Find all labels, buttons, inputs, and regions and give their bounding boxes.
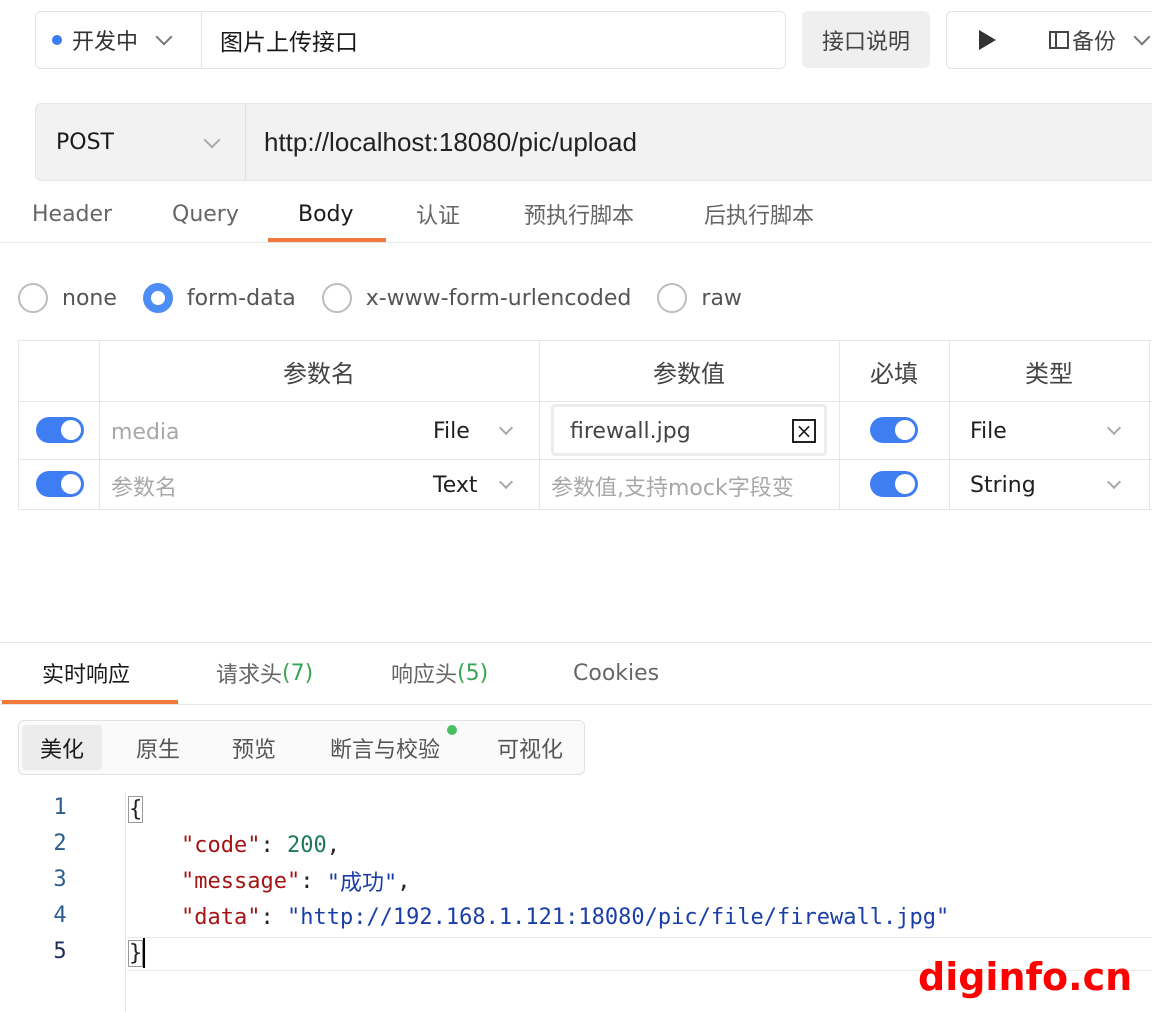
required-toggle[interactable] — [870, 471, 918, 497]
radio-form-data[interactable]: form-data — [142, 283, 296, 313]
radio-label: form-data — [186, 285, 296, 311]
params-table: 参数名 参数值 必填 类型 media File firewall.jpg × … — [18, 340, 1152, 510]
view-assertions[interactable]: 断言与校验 — [315, 725, 455, 770]
file-name: firewall.jpg — [570, 418, 691, 444]
radio-icon[interactable] — [657, 283, 688, 313]
row-enable-toggle[interactable] — [36, 417, 84, 443]
json-key: "code" — [180, 832, 261, 858]
tab-pre-script[interactable]: 预执行脚本 — [524, 186, 634, 242]
radio-label: none — [62, 285, 117, 311]
radio-label: x-www-form-urlencoded — [365, 285, 632, 311]
json-key: "message" — [180, 868, 301, 894]
chevron-down-icon — [1106, 474, 1122, 490]
code-line: { — [128, 792, 144, 826]
url-input[interactable]: http://localhost:18080/pic/upload — [264, 104, 637, 180]
tab-request-headers[interactable]: 请求头 (7) — [216, 643, 313, 703]
response-tabs: 实时响应 请求头 (7) 响应头 (5) Cookies — [0, 643, 1152, 705]
radio-checked-icon[interactable] — [142, 283, 173, 313]
play-icon[interactable] — [979, 30, 996, 50]
backup-icon — [1049, 31, 1069, 49]
run-group: 备份 — [946, 11, 1152, 69]
backup-label: 备份 — [1072, 30, 1117, 55]
active-tab-indicator — [2, 700, 178, 704]
chevron-down-icon — [155, 28, 173, 46]
radio-icon[interactable] — [18, 283, 48, 313]
status-dot-icon — [447, 725, 457, 735]
file-field[interactable]: firewall.jpg × — [551, 404, 827, 456]
line-number: 2 — [53, 831, 67, 856]
count-badge: (5) — [457, 660, 489, 686]
url-bar: POST http://localhost:18080/pic/upload — [35, 103, 1152, 181]
col-header-required: 必填 — [870, 359, 918, 388]
param-kind-select[interactable]: Text — [433, 470, 478, 500]
radio-none[interactable]: none — [18, 283, 117, 313]
active-tab-indicator — [268, 238, 386, 242]
line-number: 3 — [53, 867, 67, 892]
param-kind-select[interactable]: File — [433, 416, 470, 446]
param-value-input[interactable]: 参数值,支持mock字段变 — [551, 471, 794, 501]
view-visualize[interactable]: 可视化 — [485, 725, 575, 770]
tab-live-response[interactable]: 实时响应 — [42, 643, 130, 703]
radio-label: raw — [701, 285, 742, 311]
col-header-type: 类型 — [1025, 359, 1073, 388]
brace: } — [128, 939, 144, 967]
tab-response-headers[interactable]: 响应头 (5) — [391, 643, 488, 703]
status-dot-icon — [52, 35, 62, 45]
count-badge: (7) — [282, 660, 314, 686]
chevron-down-icon — [498, 420, 514, 436]
json-string: "http://192.168.1.121:18080/pic/file/fir… — [286, 904, 950, 930]
radio-icon[interactable] — [321, 283, 352, 313]
tab-label: 请求头 — [216, 663, 283, 688]
json-string: "成功" — [326, 871, 398, 896]
line-number: 1 — [53, 795, 67, 820]
tab-post-script[interactable]: 后执行脚本 — [704, 186, 814, 242]
backup-button[interactable]: 备份 — [1048, 24, 1151, 56]
chevron-down-icon — [498, 474, 514, 490]
watermark: diginfo.cn — [918, 955, 1133, 999]
type-select[interactable]: String — [970, 470, 1036, 500]
view-preview[interactable]: 预览 — [214, 725, 294, 770]
col-header-name: 参数名 — [283, 359, 355, 388]
method-select[interactable]: POST — [36, 104, 246, 180]
clear-file-icon[interactable]: × — [792, 419, 816, 443]
chevron-down-icon — [203, 131, 221, 149]
tab-label: 响应头 — [391, 663, 458, 688]
tab-header[interactable]: Header — [32, 186, 112, 242]
param-name-input[interactable]: media — [111, 417, 180, 447]
code-line: "code": 200, — [180, 832, 340, 858]
request-tabs: Header Query Body 认证 预执行脚本 后执行脚本 — [0, 186, 1152, 243]
method-label: POST — [56, 129, 114, 155]
tab-body[interactable]: Body — [298, 186, 354, 242]
tab-cookies[interactable]: Cookies — [573, 643, 659, 703]
param-name-input[interactable]: 参数名 — [111, 471, 177, 501]
api-doc-button[interactable]: 接口说明 — [802, 11, 930, 68]
status-label: 开发中 — [72, 30, 139, 55]
line-number: 5 — [53, 939, 67, 964]
required-toggle[interactable] — [870, 417, 918, 443]
chevron-down-icon — [1133, 28, 1151, 46]
line-number: 4 — [53, 903, 67, 928]
tab-query[interactable]: Query — [172, 186, 239, 242]
code-line: "data": "http://192.168.1.121:18080/pic/… — [180, 904, 950, 930]
json-key: "data" — [180, 904, 261, 930]
json-number: 200 — [286, 832, 327, 858]
code-line: "message": "成功", — [128, 864, 410, 898]
brace: { — [128, 795, 144, 823]
api-name-input[interactable]: 图片上传接口 — [201, 11, 786, 69]
text-cursor — [143, 938, 146, 968]
view-mode-switch: 美化 原生 预览 断言与校验 可视化 — [18, 720, 585, 775]
chevron-down-icon — [1106, 420, 1122, 436]
status-select[interactable]: 开发中 — [35, 11, 203, 69]
code-line: } — [128, 936, 146, 970]
radio-urlencoded[interactable]: x-www-form-urlencoded — [321, 283, 632, 313]
type-select[interactable]: File — [970, 416, 1007, 446]
view-raw[interactable]: 原生 — [118, 725, 198, 770]
tab-auth[interactable]: 认证 — [416, 186, 460, 242]
radio-raw[interactable]: raw — [657, 283, 742, 313]
body-type-group: none form-data x-www-form-urlencoded raw — [18, 278, 768, 318]
view-pretty[interactable]: 美化 — [22, 725, 102, 770]
col-header-value: 参数值 — [653, 359, 725, 388]
row-enable-toggle[interactable] — [36, 471, 84, 497]
